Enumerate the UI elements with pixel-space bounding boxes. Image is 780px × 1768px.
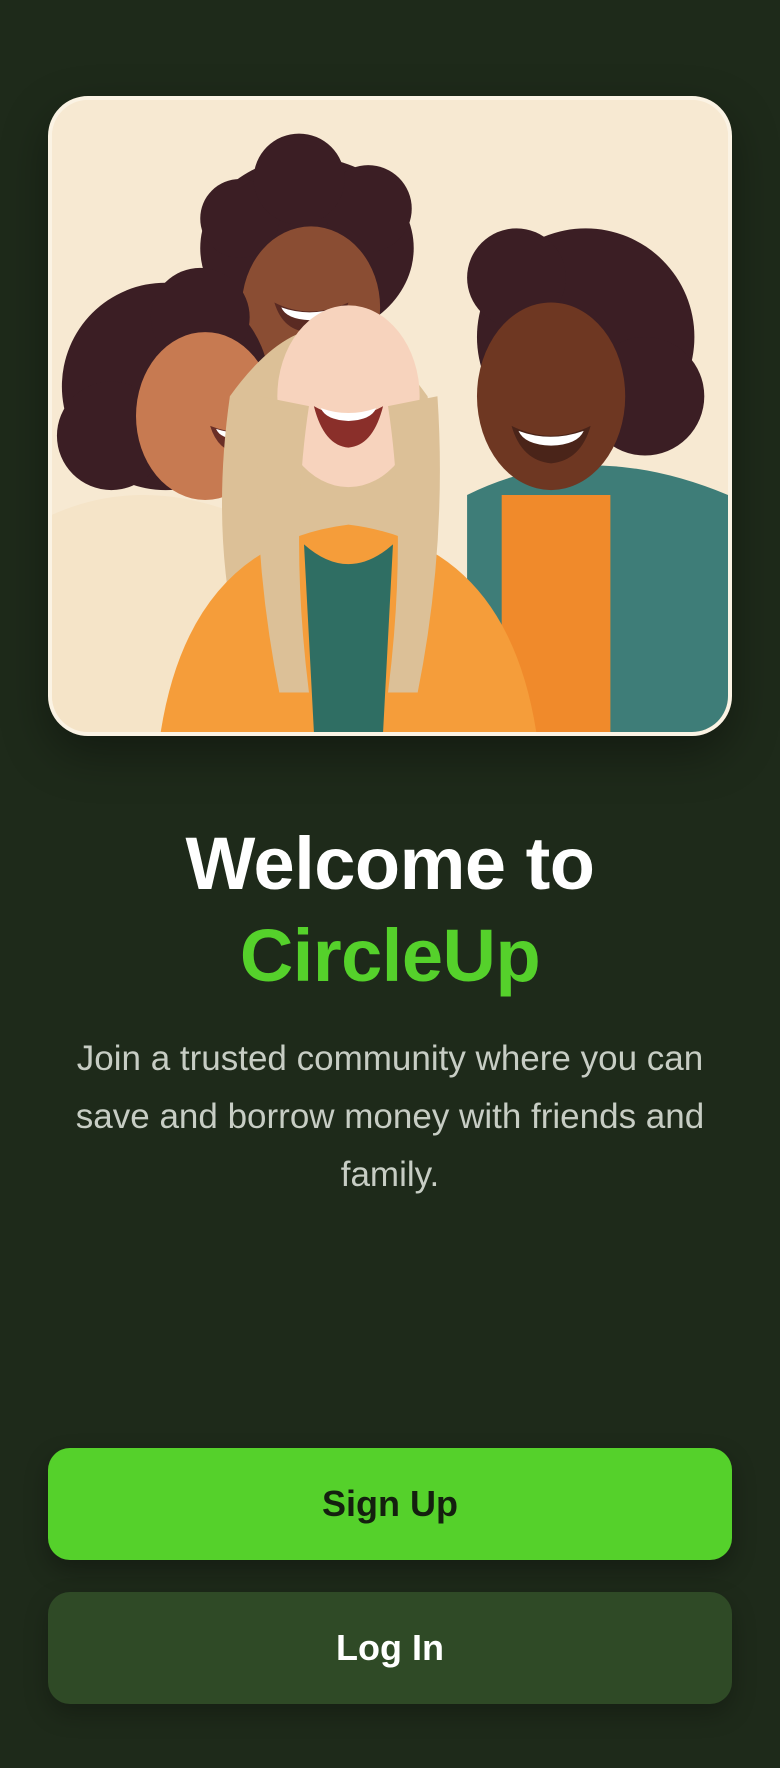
welcome-description: Join a trusted community where you can s… [75,1039,705,1194]
welcome-heading: Welcome to [185,822,595,905]
brand-name: CircleUp [239,914,541,997]
hero-illustration [48,96,732,736]
welcome-title: Welcome to CircleUp [0,818,780,1002]
log-in-button[interactable]: Log In [48,1592,732,1704]
sign-up-button[interactable]: Sign Up [48,1448,732,1560]
